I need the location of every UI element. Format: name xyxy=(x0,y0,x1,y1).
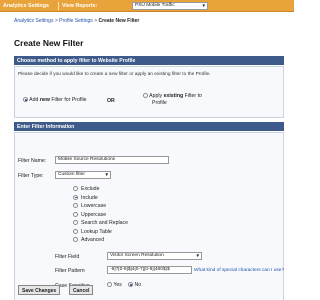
or-label: OR xyxy=(107,98,115,104)
method-description: Please decide if you would like to creat… xyxy=(18,72,211,77)
top-nav-bar: Analytics Settings View Reports: PSU Mob… xyxy=(0,0,294,12)
filter-pattern-input[interactable]: -9]?[0-9]$|4[0-7][0-9]|480$)$ xyxy=(107,266,192,274)
filter-field-label: Filter Field xyxy=(55,254,80,260)
filter-type-option-label: Advanced xyxy=(81,237,105,243)
profile-select[interactable]: PSU Mobile Traffic ▼ xyxy=(132,2,208,10)
filter-type-option-label: Exclude xyxy=(81,186,100,192)
filter-type-option[interactable]: Include xyxy=(73,195,98,201)
option-new-bold: new xyxy=(39,97,50,103)
page-title: Create New Filter xyxy=(14,38,84,48)
nav-divider xyxy=(58,2,59,10)
filter-name-label: Filter Name: xyxy=(18,158,47,164)
breadcrumb: Analytics Settings > Profile Settings > … xyxy=(14,18,139,24)
filter-type-option-label: Include xyxy=(81,194,98,201)
add-new-filter-radio[interactable] xyxy=(23,97,28,103)
filter-type-option-label: Uppercase xyxy=(81,211,107,218)
case-sensitive-yes-label: Yes xyxy=(113,282,122,288)
filter-type-option-label: Lowercase xyxy=(81,203,107,209)
save-changes-button[interactable]: Save Changes xyxy=(18,285,61,295)
view-reports-label: View Reports: xyxy=(62,3,98,9)
filter-pattern-label: Filter Pattern xyxy=(55,268,85,274)
cancel-button[interactable]: Cancel xyxy=(69,285,94,295)
case-sensitive-no[interactable]: No xyxy=(128,282,141,288)
filter-type-option[interactable]: Exclude xyxy=(73,186,99,192)
filter-name-input[interactable]: Mobile Source Resolutions xyxy=(55,156,169,164)
filter-info-section-box: Filter Name: Mobile Source Resolutions F… xyxy=(14,132,284,300)
case-sensitive-yes-radio[interactable] xyxy=(107,282,112,288)
option-apply-existing-filter[interactable]: Apply existing Filter to xyxy=(143,93,202,99)
filter-type-option[interactable]: Uppercase xyxy=(73,212,106,218)
filter-field-select[interactable]: Visitor Screen Resolution ▼ xyxy=(107,252,202,260)
filter-type-value: Custom filter xyxy=(58,172,85,177)
breadcrumb-analytics-settings[interactable]: Analytics Settings xyxy=(14,18,53,24)
option-existing-prefix: Apply xyxy=(149,93,164,99)
option-existing-bold: existing xyxy=(163,93,184,99)
pattern-help-link[interactable]: What kind of special characters can I us… xyxy=(194,268,284,273)
chevron-down-icon: ▼ xyxy=(104,172,109,177)
filter-type-option-radio[interactable] xyxy=(73,186,78,192)
method-section-box: Please decide if you would like to creat… xyxy=(14,66,284,118)
case-sensitive-no-radio[interactable] xyxy=(128,282,133,288)
filter-type-option-label: Lookup Table xyxy=(81,228,112,235)
filter-type-option-label: Search and Replace xyxy=(81,220,129,226)
profile-select-value: PSU Mobile Traffic xyxy=(135,3,175,8)
filter-type-option-radio[interactable] xyxy=(73,220,78,226)
filter-field-value: Visitor Screen Resolution xyxy=(110,253,164,258)
filter-type-option-radio[interactable] xyxy=(73,211,78,217)
apply-existing-filter-radio[interactable] xyxy=(143,93,148,99)
breadcrumb-profile-settings[interactable]: Profile Settings xyxy=(59,18,93,24)
option-new-suffix: Filter for Profile xyxy=(49,97,87,103)
method-section-header: Choose method to apply filter to Website… xyxy=(14,56,284,65)
filter-type-option-radio[interactable] xyxy=(73,237,78,243)
filter-type-option-radio[interactable] xyxy=(73,194,78,200)
analytics-settings-link[interactable]: Analytics Settings xyxy=(3,3,49,9)
option-existing-suffix: Filter to xyxy=(183,93,202,99)
filter-type-option[interactable]: Lookup Table xyxy=(73,229,112,235)
case-sensitive-no-label: No xyxy=(134,282,142,288)
option-add-new-filter[interactable]: Add new Filter for Profile xyxy=(23,97,87,103)
breadcrumb-current: Create New Filter xyxy=(98,18,140,24)
chevron-down-icon: ▼ xyxy=(201,3,206,8)
filter-type-label: Filter Type: xyxy=(18,173,44,179)
case-sensitive-yes[interactable]: Yes xyxy=(107,282,122,288)
filter-type-option-radio[interactable] xyxy=(73,228,78,234)
filter-type-select[interactable]: Custom filter ▼ xyxy=(55,171,111,179)
option-new-prefix: Add xyxy=(29,97,40,103)
option-existing-line2: Profile xyxy=(152,100,167,106)
filter-type-option[interactable]: Lowercase xyxy=(73,203,106,209)
chevron-down-icon: ▼ xyxy=(195,253,200,258)
filter-info-section-header: Enter Filter Information xyxy=(14,122,284,131)
filter-type-option[interactable]: Search and Replace xyxy=(73,220,128,226)
filter-type-option[interactable]: Advanced xyxy=(73,237,104,243)
filter-type-option-radio[interactable] xyxy=(73,203,78,209)
